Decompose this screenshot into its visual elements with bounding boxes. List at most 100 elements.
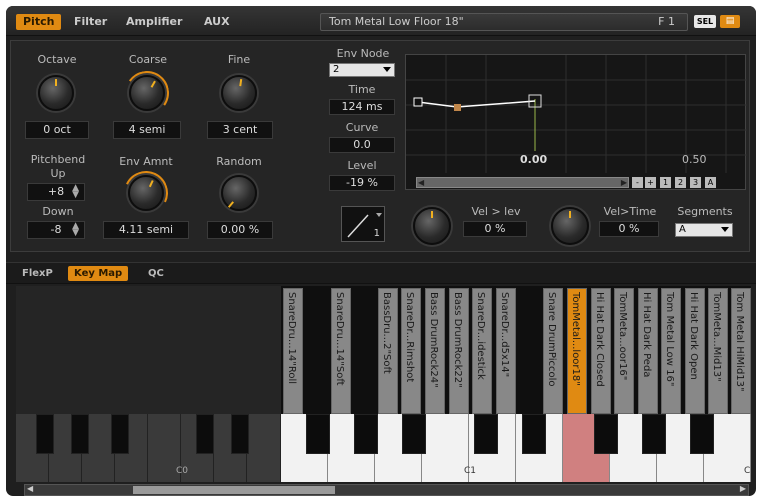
sample-zone[interactable]: SnareDru...14"Soft: [331, 288, 351, 414]
zoom-in-button[interactable]: +: [645, 177, 656, 188]
piano-black-key[interactable]: [196, 414, 214, 454]
sample-zone[interactable]: SnareDru...14"Roll: [283, 288, 303, 414]
piano-black-key[interactable]: [111, 414, 129, 454]
graph-auto-button[interactable]: A: [705, 177, 716, 188]
coarse-knob[interactable]: [129, 75, 165, 111]
key-label-c0: C0: [176, 466, 189, 476]
piano-black-key[interactable]: [594, 414, 618, 454]
keymap-scrollbar[interactable]: ◀ ▶: [24, 484, 749, 496]
sample-zone[interactable]: Bass DrumRock22": [449, 288, 469, 414]
sel-button[interactable]: SEL: [694, 15, 716, 28]
sample-zone-label: Tom Metal Low 16": [664, 292, 675, 387]
sample-zone-label: SnareDr...d5x14": [499, 292, 510, 378]
octave-knob[interactable]: [38, 75, 74, 111]
vel-time-knob[interactable]: [551, 207, 589, 245]
vel-lev-label: Vel > lev: [471, 205, 521, 218]
graph-preset-3-button[interactable]: 3: [690, 177, 701, 188]
pitchbend-down-value: -8: [50, 223, 62, 236]
sample-zone[interactable]: Tom Metal Low 16": [661, 288, 681, 414]
scrollbar-thumb[interactable]: [133, 486, 335, 494]
env-level-value[interactable]: -19 %: [329, 175, 395, 191]
pitchbend-down-label: Down: [42, 205, 74, 218]
pitchbend-up-field[interactable]: +8 ▲ ▼: [27, 183, 85, 201]
octave-value[interactable]: 0 oct: [25, 121, 89, 139]
piano-black-key[interactable]: [231, 414, 249, 454]
env-node-label: Env Node: [336, 47, 390, 60]
tab-filter[interactable]: Filter: [74, 14, 107, 30]
key-map[interactable]: SnareDru...14"Roll SnareDru...14"Soft Ba…: [16, 286, 751, 482]
sample-zone[interactable]: Tom Metal HiMid13": [731, 288, 751, 414]
sample-zone-label: TomMetal...loor18": [570, 292, 581, 386]
zoom-out-button[interactable]: -: [632, 177, 643, 188]
scroll-right-icon[interactable]: ▶: [621, 178, 627, 187]
tab-flexp[interactable]: FlexP: [22, 266, 53, 281]
piano-black-key[interactable]: [36, 414, 54, 454]
env-node-select[interactable]: 2: [329, 63, 395, 77]
piano-black-key[interactable]: [690, 414, 714, 454]
coarse-value[interactable]: 4 semi: [113, 121, 181, 139]
tab-qc[interactable]: QC: [148, 266, 164, 281]
random-knob[interactable]: [221, 175, 257, 211]
piano-key[interactable]: [422, 414, 469, 482]
spinner-icon[interactable]: ▲ ▼: [72, 222, 79, 238]
graph-preset-1-button[interactable]: 1: [660, 177, 671, 188]
key-label-c1: C1: [464, 466, 477, 476]
keyboard-icon[interactable]: ▤: [720, 15, 740, 28]
env-curve-label: Curve: [345, 121, 379, 134]
vel-lev-knob[interactable]: [413, 207, 451, 245]
sample-zone[interactable]: Hi Hat Dark Open: [685, 288, 705, 414]
piano-black-key[interactable]: [71, 414, 89, 454]
segments-label: Segments: [677, 205, 733, 218]
vel-time-value[interactable]: 0 %: [599, 221, 659, 237]
piano-black-key[interactable]: [474, 414, 498, 454]
tab-pitch[interactable]: Pitch: [16, 14, 62, 30]
sample-zone[interactable]: Snare DrumPiccolo: [543, 288, 563, 414]
env-amnt-knob[interactable]: [128, 175, 164, 211]
sample-zone[interactable]: Bass DrumRock24": [425, 288, 445, 414]
env-time-value[interactable]: 124 ms: [329, 99, 395, 115]
sample-zone[interactable]: TomMeta...Mid13": [708, 288, 728, 414]
piano-black-key[interactable]: [402, 414, 426, 454]
fine-knob[interactable]: [221, 75, 257, 111]
piano-key[interactable]: [247, 414, 281, 482]
random-value[interactable]: 0.00 %: [207, 221, 273, 239]
segments-value: A: [679, 224, 686, 235]
sample-zone-label: SnareDr...idestick: [475, 292, 486, 380]
spinner-icon[interactable]: ▲ ▼: [72, 184, 79, 200]
sample-zone-label: BassDru...2"Soft: [381, 292, 392, 374]
graph-scrollbar[interactable]: ◀ ▶: [416, 177, 629, 188]
graph-preset-2-button[interactable]: 2: [675, 177, 686, 188]
sample-zone[interactable]: TomMeta...oor16": [614, 288, 634, 414]
sample-zone[interactable]: Hi Hat Dark Peda: [638, 288, 658, 414]
sample-zone[interactable]: BassDru...2"Soft: [378, 288, 398, 414]
preset-display[interactable]: Tom Metal Low Floor 18" F 1: [320, 13, 688, 31]
envelope-graph[interactable]: 0.00 0.50: [405, 54, 747, 190]
sample-zone-label: Snare DrumPiccolo: [546, 292, 557, 387]
scroll-left-icon[interactable]: ◀: [27, 484, 33, 493]
piano-black-key[interactable]: [642, 414, 666, 454]
tab-amplifier[interactable]: Amplifier: [126, 14, 182, 30]
env-level-label: Level: [347, 159, 377, 172]
sample-zone[interactable]: Hi Hat Dark Closed: [591, 288, 611, 414]
sample-zone[interactable]: SnareDr...idestick: [472, 288, 492, 414]
tab-key-map[interactable]: Key Map: [68, 266, 129, 281]
pitchbend-up-value: +8: [47, 185, 65, 198]
sample-zone-selected[interactable]: TomMetal...loor18": [567, 288, 587, 414]
fine-value[interactable]: 3 cent: [207, 121, 273, 139]
sample-zone[interactable]: SnareDr...Rimshot: [401, 288, 421, 414]
sample-zone-label: Hi Hat Dark Peda: [641, 292, 652, 378]
sample-zone[interactable]: SnareDr...d5x14": [496, 288, 516, 414]
scroll-left-icon[interactable]: ◀: [418, 178, 424, 187]
pitchbend-down-field[interactable]: -8 ▲ ▼: [27, 221, 85, 239]
piano-black-key[interactable]: [306, 414, 330, 454]
piano-black-key[interactable]: [522, 414, 546, 454]
vel-lev-value[interactable]: 0 %: [463, 221, 527, 237]
curve-shape-selector[interactable]: 1: [341, 206, 385, 242]
sample-zone-label: SnareDr...Rimshot: [404, 292, 415, 383]
tab-aux[interactable]: AUX: [204, 14, 230, 30]
env-curve-value[interactable]: 0.0: [329, 137, 395, 153]
env-amnt-value[interactable]: 4.11 semi: [103, 221, 189, 239]
scroll-right-icon[interactable]: ▶: [740, 484, 746, 493]
segments-select[interactable]: A: [675, 223, 733, 237]
piano-black-key[interactable]: [354, 414, 378, 454]
